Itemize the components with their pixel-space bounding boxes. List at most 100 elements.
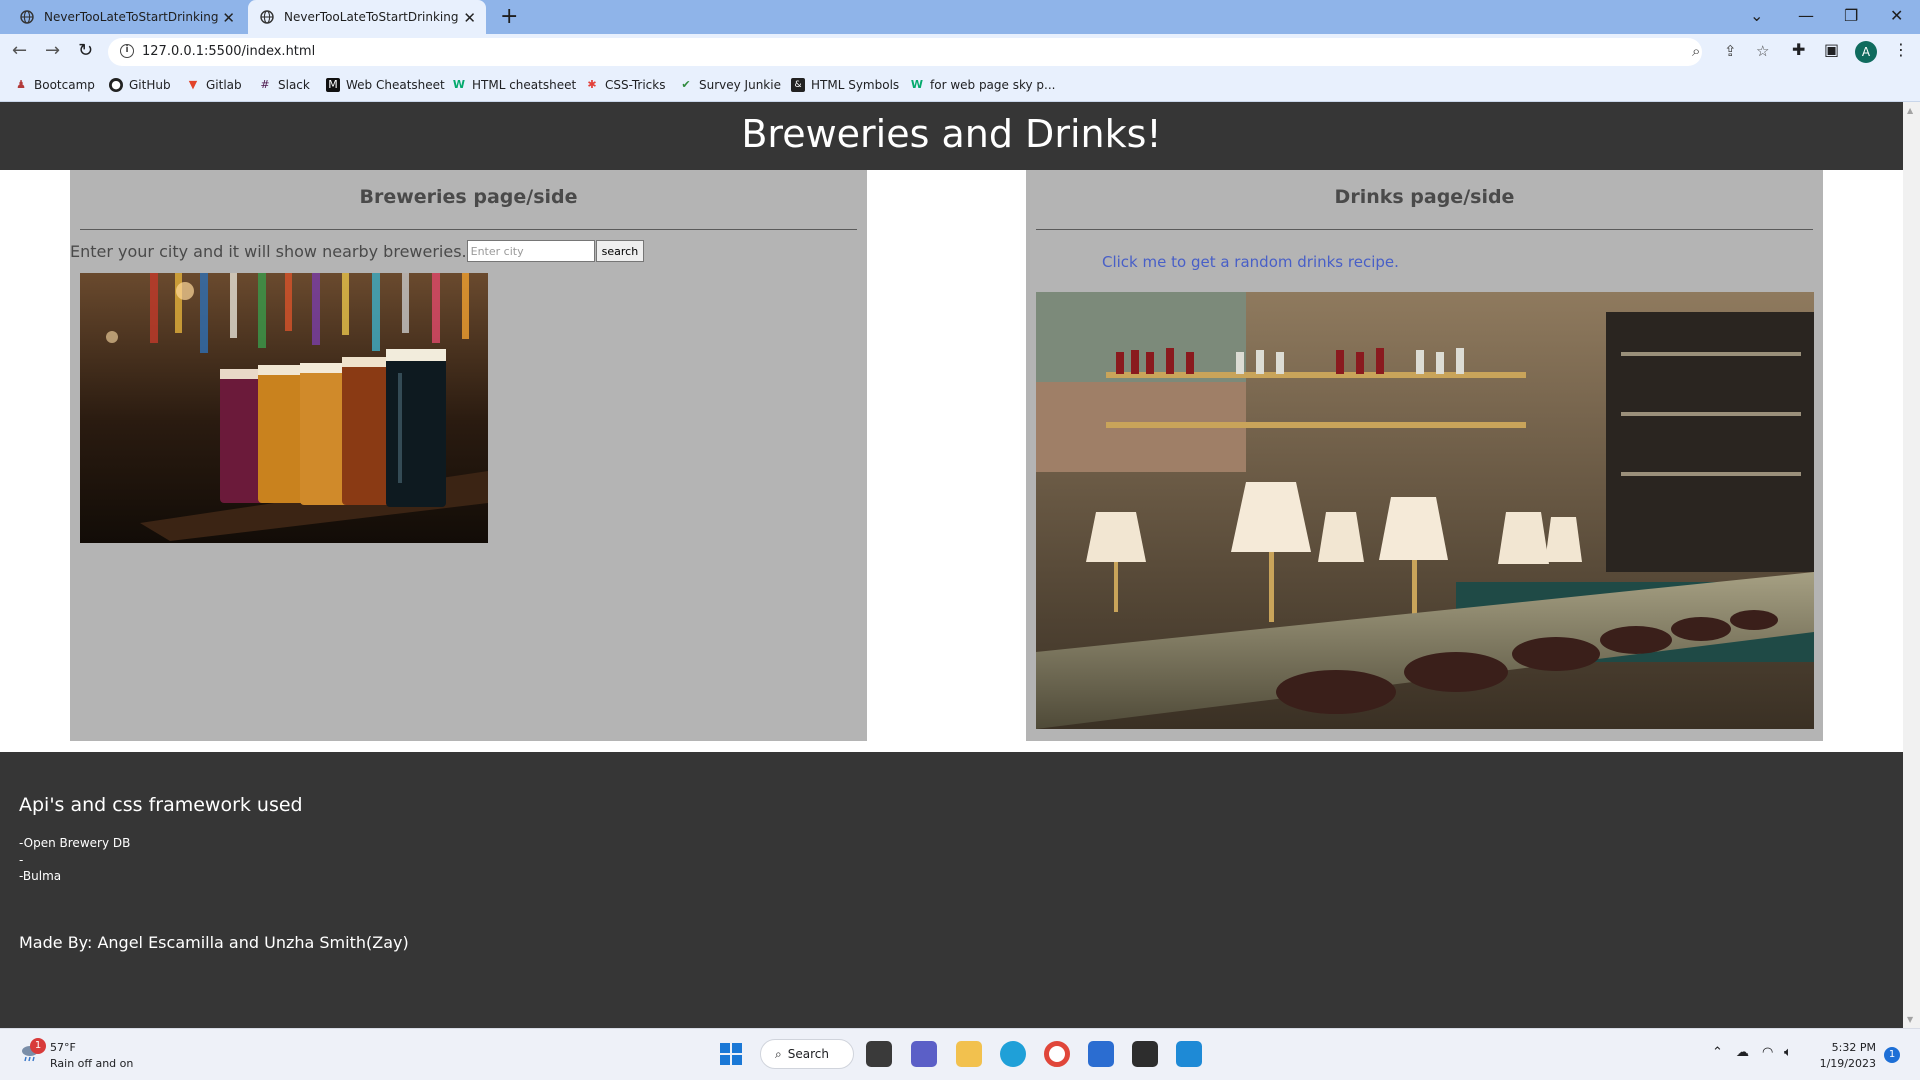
footer: Api's and css framework used -Open Brewe… <box>0 752 1903 1028</box>
vscode-icon[interactable] <box>1176 1041 1202 1067</box>
divider <box>80 229 857 230</box>
w-icon: W <box>910 78 924 91</box>
tab-inactive[interactable]: NeverTooLateToStartDrinking ✕ <box>10 0 245 34</box>
gitlab-icon: ▼ <box>188 78 198 91</box>
footer-item: - <box>19 853 24 867</box>
drinks-title: Drinks page/side <box>1334 186 1515 208</box>
bookmark-bootcamp[interactable]: ♟ Bootcamp <box>14 78 95 92</box>
zoom-icon[interactable]: ⌕ <box>1692 42 1700 60</box>
scroll-down-icon[interactable]: ▼ <box>1907 1015 1913 1024</box>
site-info-icon[interactable]: i <box>120 44 134 58</box>
taskbar-search[interactable]: ⌕ Search <box>760 1039 854 1069</box>
page-scrollbar[interactable]: ▲ ▼ <box>1903 102 1920 1028</box>
page-content: Breweries and Drinks! Breweries page/sid… <box>0 102 1903 1028</box>
footer-credit: Made By: Angel Escamilla and Unzha Smith… <box>19 933 409 952</box>
beer-flight-image <box>80 273 488 543</box>
random-drink-link[interactable]: Click me to get a random drinks recipe. <box>1102 253 1399 271</box>
avatar[interactable]: A <box>1855 41 1877 63</box>
bookmark-github[interactable]: ● GitHub <box>109 78 171 92</box>
wifi-icon[interactable]: ◠ <box>1762 1045 1773 1060</box>
bookmark-css-tricks[interactable]: ✱ CSS-Tricks <box>585 78 665 92</box>
weather-alert-badge: 1 <box>30 1038 46 1054</box>
chrome-icon[interactable] <box>1044 1041 1070 1067</box>
bookmark-label: CSS-Tricks <box>605 78 666 92</box>
notification-badge[interactable]: 1 <box>1884 1047 1900 1063</box>
bookmark-html-cheatsheet[interactable]: W HTML cheatsheet <box>452 78 576 92</box>
bookmark-label: Gitlab <box>206 78 242 92</box>
tab-search-chevron-icon[interactable]: ⌄ <box>1750 6 1763 25</box>
bookmark-label: HTML cheatsheet <box>472 78 577 92</box>
bookmark-gitlab[interactable]: ▼ Gitlab <box>186 78 242 92</box>
breweries-panel: Breweries page/side Enter your city and … <box>70 170 867 741</box>
address-bar[interactable]: i 127.0.0.1:5500/index.html ⌕ ⇪ ☆ <box>108 38 1769 66</box>
search-button[interactable]: search <box>595 240 645 262</box>
bookmark-label: HTML Symbols <box>811 78 900 92</box>
restore-icon[interactable]: ❐ <box>1844 6 1858 25</box>
city-input[interactable] <box>466 240 595 262</box>
bookmark-survey-junkie[interactable]: ✔ Survey Junkie <box>679 78 781 92</box>
chevron-up-icon[interactable]: ⌃ <box>1712 1045 1723 1060</box>
tab-title: NeverTooLateToStartDrinking <box>44 10 219 24</box>
check-icon: ✔ <box>681 78 691 91</box>
bookmark-slack[interactable]: # Slack <box>258 78 310 92</box>
breweries-title: Breweries page/side <box>359 186 578 208</box>
browser-toolbar: ← → ↻ i 127.0.0.1:5500/index.html ⌕ ⇪ ☆ … <box>0 34 1920 70</box>
css-tricks-icon: ✱ <box>587 78 597 91</box>
extensions-icon[interactable]: ✚ <box>1792 40 1805 59</box>
search-icon: ⌕ <box>775 1046 782 1061</box>
edge-icon[interactable] <box>1000 1041 1026 1067</box>
bar-interior-image <box>1036 292 1814 729</box>
globe-icon <box>260 10 274 24</box>
bookmark-star-icon[interactable]: ☆ <box>1756 42 1769 60</box>
bookmarks-bar: ♟ Bootcamp ● GitHub ▼ Gitlab # Slack M W… <box>0 70 1920 102</box>
footer-title: Api's and css framework used <box>19 794 303 816</box>
reload-icon[interactable]: ↻ <box>78 40 93 61</box>
close-window-icon[interactable]: ✕ <box>1890 6 1903 25</box>
share-icon[interactable]: ⇪ <box>1724 42 1737 60</box>
taskbar: 1 57°F Rain off and on ⌕ Search ⌃ ☁ ◠ 🔈︎… <box>0 1028 1920 1080</box>
city-search-row: Enter your city and it will show nearby … <box>70 240 645 262</box>
task-view-icon[interactable] <box>866 1041 892 1067</box>
divider <box>1036 229 1813 230</box>
bookmark-label: GitHub <box>129 78 171 92</box>
drinks-panel: Drinks page/side Click me to get a rando… <box>1026 170 1823 741</box>
w-icon: W <box>452 78 466 91</box>
microsoft-store-icon[interactable] <box>1088 1041 1114 1067</box>
scroll-up-icon[interactable]: ▲ <box>1907 106 1913 115</box>
new-tab-icon[interactable]: + <box>500 4 518 29</box>
close-tab-icon[interactable]: ✕ <box>463 9 476 27</box>
symbols-icon: & <box>791 78 805 92</box>
side-panel-icon[interactable]: ▣ <box>1824 40 1839 59</box>
weather-desc[interactable]: Rain off and on <box>50 1057 133 1070</box>
menu-icon[interactable]: ⋮ <box>1893 40 1909 59</box>
slack-icon: # <box>260 78 270 91</box>
terminal-icon[interactable] <box>1132 1041 1158 1067</box>
weather-temp[interactable]: 57°F <box>50 1041 76 1054</box>
hero-banner: Breweries and Drinks! <box>0 102 1903 170</box>
bookmark-label: Slack <box>278 78 310 92</box>
tab-active[interactable]: NeverTooLateToStartDrinking ✕ <box>248 0 486 34</box>
windows-start-icon[interactable] <box>718 1041 744 1067</box>
tab-title: NeverTooLateToStartDrinking <box>284 10 459 24</box>
github-icon: ● <box>109 78 123 92</box>
bookmark-web-cheatsheet[interactable]: M Web Cheatsheet <box>326 78 445 92</box>
clock-date[interactable]: 1/19/2023 <box>1812 1057 1876 1070</box>
clock-time[interactable]: 5:32 PM <box>1826 1041 1876 1054</box>
page-title: Breweries and Drinks! <box>741 112 1162 156</box>
bootcamp-icon: ♟ <box>16 78 26 91</box>
file-explorer-icon[interactable] <box>956 1041 982 1067</box>
onedrive-cloud-icon[interactable]: ☁ <box>1736 1045 1749 1060</box>
bookmark-web-page-sky[interactable]: W for web page sky p... <box>910 78 1056 92</box>
volume-icon[interactable]: 🔈︎ <box>1784 1045 1792 1060</box>
bookmark-html-symbols[interactable]: & HTML Symbols <box>791 78 899 92</box>
minimize-icon[interactable]: — <box>1798 6 1814 25</box>
back-icon[interactable]: ← <box>12 40 27 61</box>
tab-strip: NeverTooLateToStartDrinking ✕ NeverTooLa… <box>0 0 1920 34</box>
url-text[interactable]: 127.0.0.1:5500/index.html <box>142 44 315 59</box>
taskbar-search-label: Search <box>787 1047 829 1061</box>
footer-item: -Open Brewery DB <box>19 836 131 850</box>
forward-icon[interactable]: → <box>45 40 60 61</box>
bookmark-label: Web Cheatsheet <box>346 78 445 92</box>
teams-chat-icon[interactable] <box>911 1041 937 1067</box>
close-tab-icon[interactable]: ✕ <box>222 9 235 27</box>
